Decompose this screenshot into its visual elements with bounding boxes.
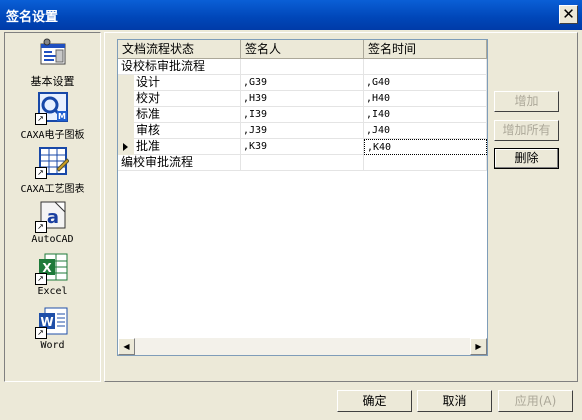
status-cell: 审核 xyxy=(118,123,241,139)
grid-header: 文档流程状态 签名人 签名时间 xyxy=(118,40,487,59)
signer-cell[interactable]: ,I39 xyxy=(241,107,364,123)
signer-cell[interactable]: ,K39 xyxy=(241,139,364,155)
time-cell[interactable] xyxy=(364,59,487,75)
sidebar-item-basic-settings[interactable]: 基本设置 xyxy=(5,38,100,89)
status-cell: 批准 xyxy=(118,139,241,155)
horizontal-scrollbar[interactable]: ◀ ▶ xyxy=(118,338,487,355)
caxa-process-icon: ↗ xyxy=(34,145,70,179)
close-button[interactable]: ✕ xyxy=(559,5,578,24)
add-button[interactable]: 增加 xyxy=(494,91,559,112)
time-cell[interactable]: ,I40 xyxy=(364,107,487,123)
time-cell[interactable]: ,J40 xyxy=(364,123,487,139)
table-row[interactable]: 标准 ,I39 ,I40 xyxy=(118,107,487,123)
arrow-right-icon: ▶ xyxy=(475,342,482,351)
table-row[interactable]: 审核 ,J39 ,J40 xyxy=(118,123,487,139)
delete-button-label: 删除 xyxy=(514,151,539,165)
signer-cell[interactable]: ,G39 xyxy=(241,75,364,91)
time-cell[interactable]: ,G40 xyxy=(364,75,487,91)
column-header-time[interactable]: 签名时间 xyxy=(364,40,487,59)
sidebar: 基本设置 M ↗ CAXA电子图板 ↗ CAXA工艺图表 a ↗ AutoCAD… xyxy=(4,32,101,382)
sidebar-item-label: 基本设置 xyxy=(30,75,75,88)
signer-cell[interactable]: ,J39 xyxy=(241,123,364,139)
shortcut-icon: ↗ xyxy=(34,273,47,285)
status-cell: 编校审批流程 xyxy=(118,155,241,171)
status-cell: 设计 xyxy=(118,75,241,91)
arrow-left-icon: ◀ xyxy=(123,342,130,351)
ok-button[interactable]: 确定 xyxy=(337,390,412,412)
sidebar-item-label: AutoCAD xyxy=(31,234,74,245)
apply-button[interactable]: 应用(A) xyxy=(498,390,573,412)
time-cell-focused[interactable]: ,K40 xyxy=(364,139,487,155)
status-cell: 标准 xyxy=(118,107,241,123)
sidebar-item-autocad[interactable]: a ↗ AutoCAD xyxy=(5,199,100,245)
cancel-button[interactable]: 取消 xyxy=(417,390,492,412)
sidebar-item-caxa-process[interactable]: ↗ CAXA工艺图表 xyxy=(5,145,100,195)
row-header xyxy=(118,107,134,123)
settings-icon xyxy=(37,38,69,70)
delete-button[interactable]: 删除 xyxy=(494,148,559,169)
row-header xyxy=(118,75,134,91)
window-title: 签名设置 xyxy=(6,10,59,25)
sidebar-item-label: CAXA电子图板 xyxy=(20,130,85,141)
svg-text:a: a xyxy=(46,207,58,228)
sidebar-item-label: CAXA工艺图表 xyxy=(20,184,85,195)
signature-grid[interactable]: 文档流程状态 签名人 签名时间 设校标审批流程 设计 ,G39 ,G40 校对 … xyxy=(117,39,488,356)
signer-cell[interactable] xyxy=(241,155,364,171)
status-cell: 校对 xyxy=(118,91,241,107)
sidebar-item-label: Word xyxy=(40,340,65,351)
row-header xyxy=(118,123,134,139)
signer-cell[interactable]: ,H39 xyxy=(241,91,364,107)
time-cell[interactable] xyxy=(364,155,487,171)
scroll-left-button[interactable]: ◀ xyxy=(118,338,135,355)
scroll-right-button[interactable]: ▶ xyxy=(470,338,487,355)
excel-icon: X ↗ xyxy=(34,251,69,285)
row-header xyxy=(118,91,134,107)
current-row-icon xyxy=(123,143,128,151)
time-cell[interactable]: ,H40 xyxy=(364,91,487,107)
svg-text:M: M xyxy=(58,112,66,121)
shortcut-icon: ↗ xyxy=(34,167,47,179)
row-header-current xyxy=(118,139,134,155)
caxa-draft-icon: M ↗ xyxy=(34,91,69,125)
signer-cell[interactable] xyxy=(241,59,364,75)
sidebar-item-caxa-draft[interactable]: M ↗ CAXA电子图板 xyxy=(5,91,100,141)
shortcut-icon: ↗ xyxy=(34,113,47,125)
status-cell: 设校标审批流程 xyxy=(118,59,241,75)
sidebar-item-label: Excel xyxy=(37,286,68,297)
table-row[interactable]: 校对 ,H39 ,H40 xyxy=(118,91,487,107)
column-header-signer[interactable]: 签名人 xyxy=(241,40,364,59)
sidebar-item-excel[interactable]: X ↗ Excel xyxy=(5,251,100,297)
shortcut-icon: ↗ xyxy=(34,221,47,233)
table-row-group[interactable]: 编校审批流程 xyxy=(118,155,487,171)
sidebar-item-word[interactable]: W ↗ Word xyxy=(5,305,100,351)
table-row-group[interactable]: 设校标审批流程 xyxy=(118,59,487,75)
add-all-button[interactable]: 增加所有 xyxy=(494,120,559,141)
table-row[interactable]: 设计 ,G39 ,G40 xyxy=(118,75,487,91)
column-header-status[interactable]: 文档流程状态 xyxy=(118,40,241,59)
word-icon: W ↗ xyxy=(34,305,69,339)
autocad-icon: a ↗ xyxy=(34,199,69,233)
shortcut-icon: ↗ xyxy=(34,327,47,339)
title-bar: 签名设置 ✕ xyxy=(0,0,582,30)
table-row-current[interactable]: 批准 ,K39 ,K40 xyxy=(118,139,487,155)
close-icon: ✕ xyxy=(562,5,575,23)
